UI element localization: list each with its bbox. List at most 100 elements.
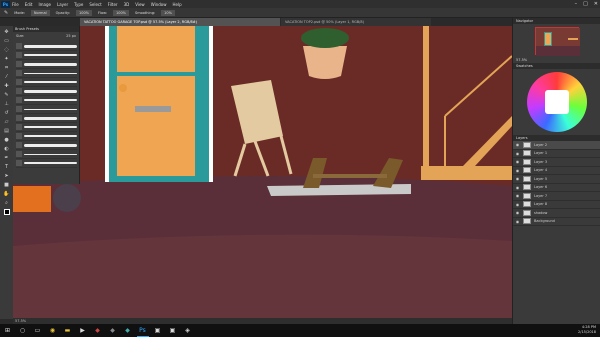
visibility-eye-icon[interactable]: ◉	[515, 142, 520, 147]
hand-tool-icon[interactable]: ✋	[2, 191, 11, 198]
opacity-input[interactable]: 100%	[75, 9, 92, 16]
path-select-icon[interactable]: ➤	[2, 173, 11, 180]
visibility-eye-icon[interactable]: ◉	[515, 210, 520, 215]
mode-select[interactable]: Normal	[30, 9, 50, 16]
smoothing-input[interactable]: 10%	[161, 9, 175, 16]
marquee-tool-icon[interactable]: ▭	[2, 38, 11, 45]
color-wheel[interactable]	[526, 72, 587, 132]
menu-layer[interactable]: Layer	[57, 2, 68, 7]
brush-preset[interactable]	[16, 69, 77, 78]
healing-tool-icon[interactable]: ✚	[2, 83, 11, 90]
app-icon[interactable]: ◆	[122, 325, 134, 337]
pen-tool-icon[interactable]: ✒	[2, 155, 11, 162]
layer-row[interactable]: ◉ Layer 8	[513, 201, 600, 209]
photoshop-taskbar-icon[interactable]: Ps	[136, 325, 149, 337]
flow-input[interactable]: 100%	[112, 9, 129, 16]
visibility-eye-icon[interactable]: ◉	[515, 151, 520, 156]
layer-row[interactable]: ◉ shadow	[513, 209, 600, 218]
blur-tool-icon[interactable]: ●	[2, 137, 11, 144]
brush-preset[interactable]	[16, 159, 77, 168]
visibility-eye-icon[interactable]: ◉	[515, 202, 520, 207]
app-icon[interactable]: ◈	[182, 325, 194, 337]
layer-row[interactable]: ◉ Layer 2	[513, 141, 600, 150]
brush-tool-icon[interactable]: ✎	[4, 10, 8, 16]
brush-preset[interactable]	[16, 87, 77, 96]
task-view-icon[interactable]: ▭	[32, 325, 44, 337]
brush-preset[interactable]	[16, 105, 77, 114]
brush-preset[interactable]	[16, 114, 77, 123]
brush-preset[interactable]	[16, 123, 77, 132]
menu-window[interactable]: Window	[151, 2, 167, 7]
lasso-tool-icon[interactable]: ◌	[2, 47, 11, 54]
brush-preset[interactable]	[16, 141, 77, 150]
visibility-eye-icon[interactable]: ◉	[515, 219, 520, 224]
layer-row[interactable]: ◉ Layer 4	[513, 167, 600, 175]
menu-view[interactable]: View	[135, 2, 145, 7]
dodge-tool-icon[interactable]: ◐	[2, 146, 11, 153]
app-icon[interactable]: ◆	[92, 325, 104, 337]
layer-thumbnail	[523, 175, 531, 182]
menu-type[interactable]: Type	[74, 2, 83, 7]
clock-date: 2/15/2018	[578, 330, 596, 334]
brush-preset[interactable]	[16, 42, 77, 51]
visibility-eye-icon[interactable]: ◉	[515, 168, 520, 173]
brush-preset[interactable]	[16, 51, 77, 60]
eyedropper-tool-icon[interactable]: ⁄	[2, 74, 11, 81]
brush-size-value[interactable]: 25 px	[66, 34, 76, 38]
menu-filter[interactable]: Filter	[108, 2, 118, 7]
menu-image[interactable]: Image	[38, 2, 51, 7]
file-explorer-icon[interactable]: ▬	[62, 325, 74, 337]
app-icon[interactable]: ◆	[107, 325, 119, 337]
visibility-eye-icon[interactable]: ◉	[515, 185, 520, 190]
document-canvas[interactable]	[13, 26, 512, 319]
layer-row[interactable]: ◉ Layer 1	[513, 150, 600, 158]
history-brush-icon[interactable]: ↺	[2, 110, 11, 117]
mode-label: Mode:	[14, 10, 25, 15]
search-icon[interactable]: ○	[17, 325, 29, 337]
layer-row[interactable]: ◉ Background	[513, 218, 600, 226]
layer-row[interactable]: ◉ Layer 7	[513, 192, 600, 201]
layer-name: Layer 6	[534, 185, 548, 190]
system-clock[interactable]: 4:28 PM 2/15/2018	[578, 325, 596, 335]
app-icon[interactable]: ▣	[152, 325, 164, 337]
visibility-eye-icon[interactable]: ◉	[515, 159, 520, 164]
menu-3d[interactable]: 3D	[124, 2, 130, 7]
menu-select[interactable]: Select	[89, 2, 101, 7]
foreground-color-swatch[interactable]	[3, 209, 10, 215]
minimize-icon[interactable]: –	[575, 1, 578, 7]
magic-wand-tool-icon[interactable]: ✦	[2, 56, 11, 63]
visibility-eye-icon[interactable]: ◉	[515, 176, 520, 181]
zoom-tool-icon[interactable]: ⌕	[2, 200, 11, 207]
media-player-icon[interactable]: ▶	[77, 325, 89, 337]
brush-preset[interactable]	[16, 150, 77, 159]
brush-preset[interactable]	[16, 132, 77, 141]
navigator-preview[interactable]	[534, 27, 580, 56]
type-tool-icon[interactable]: T	[2, 164, 11, 171]
stamp-tool-icon[interactable]: ⊥	[2, 101, 11, 108]
tab-document-2[interactable]: VACATION TOP2.psd @ 50% (Layer 1, RGB/8)	[281, 18, 431, 26]
menu-edit[interactable]: Edit	[25, 2, 33, 7]
eraser-tool-icon[interactable]: ▱	[2, 119, 11, 126]
brush-preset[interactable]	[16, 78, 77, 87]
crop-tool-icon[interactable]: ⌗	[2, 65, 11, 72]
shape-tool-icon[interactable]: ■	[2, 182, 11, 189]
move-tool-icon[interactable]: ✥	[2, 29, 11, 36]
brush-tool-icon[interactable]: ✎	[2, 92, 11, 99]
menu-file[interactable]: File	[12, 2, 19, 7]
menu-help[interactable]: Help	[172, 2, 181, 7]
windows-start-icon[interactable]: ⊞	[2, 325, 14, 337]
options-bar: ✎ Mode: Normal Opacity: 100% Flow: 100% …	[0, 8, 600, 18]
visibility-eye-icon[interactable]: ◉	[515, 193, 520, 198]
layer-row[interactable]: ◉ Layer 5	[513, 175, 600, 184]
gradient-tool-icon[interactable]: ▤	[2, 128, 11, 135]
chrome-icon[interactable]: ◉	[47, 325, 59, 337]
brush-preset[interactable]	[16, 96, 77, 105]
brush-preset[interactable]	[16, 60, 77, 69]
maximize-icon[interactable]: □	[583, 1, 588, 7]
app-icon[interactable]: ▣	[167, 325, 179, 337]
tab-document-1[interactable]: VACATION TATTOO GARAGE TOP.psd @ 57.5% (…	[80, 18, 280, 26]
layer-row[interactable]: ◉ Layer 6	[513, 184, 600, 192]
close-icon[interactable]: ✕	[594, 1, 598, 7]
right-panels: Navigator 57.5% Swatches Layers ◉ Layer 2…	[512, 18, 600, 324]
layer-row[interactable]: ◉ Layer 3	[513, 158, 600, 167]
